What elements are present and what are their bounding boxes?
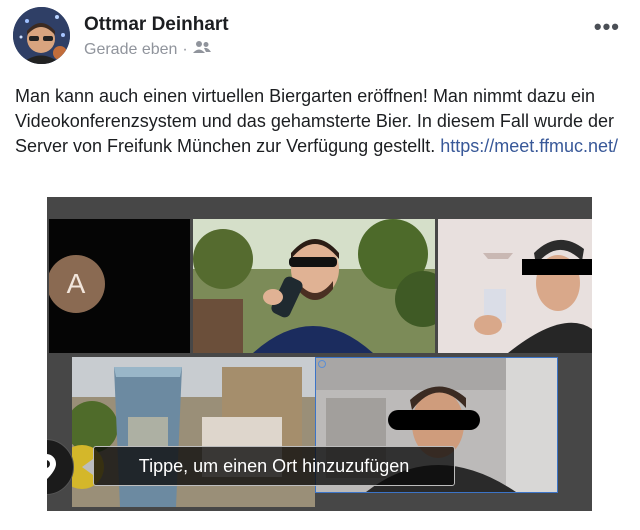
location-pin-icon[interactable] (47, 439, 74, 495)
post-meta: Gerade eben · (84, 40, 211, 59)
post-time[interactable]: Gerade eben (84, 41, 177, 59)
meta-separator: · (182, 40, 188, 58)
tooltip-pointer (82, 459, 93, 475)
author-name[interactable]: Ottmar Deinhart (84, 14, 229, 36)
author-avatar[interactable] (13, 7, 70, 64)
man-with-drink-image (438, 219, 592, 353)
active-speaker-indicator (318, 360, 326, 368)
post-body: Man kann auch einen virtuellen Biergarte… (15, 84, 625, 159)
participant-avatar: A (49, 255, 105, 313)
video-conference-photo[interactable]: A Tippe, um einen Ort hinzuzufügen (47, 197, 592, 511)
participant-tile-c (438, 219, 592, 353)
add-location-prompt[interactable]: Tippe, um einen Ort hinzuzufügen (93, 446, 455, 486)
participant-tile-b (193, 219, 435, 353)
more-options-button[interactable]: ••• (594, 16, 620, 38)
man-drinking-image (193, 219, 435, 353)
post-link[interactable]: https://meet.ffmuc.net/ (440, 136, 618, 156)
friends-icon[interactable] (192, 40, 211, 59)
avatar-photo (13, 7, 70, 64)
post-header: Ottmar Deinhart Gerade eben · ••• (0, 0, 640, 76)
participant-tile-a: A (49, 219, 190, 353)
